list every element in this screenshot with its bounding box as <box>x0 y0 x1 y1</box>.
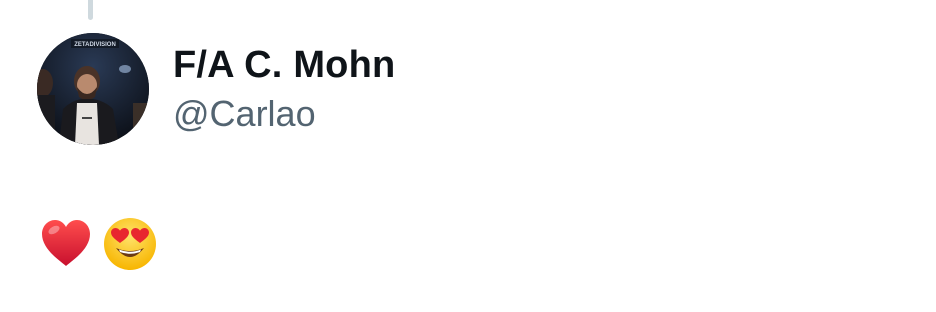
avatar-banner-text: ZETADIVISION <box>74 42 116 48</box>
avatar[interactable]: ZETADIVISION <box>37 33 149 145</box>
red-heart-icon <box>38 216 94 272</box>
tweet-body <box>38 215 158 273</box>
avatar-image: ZETADIVISION <box>37 33 149 145</box>
thread-connector-line <box>88 0 93 20</box>
heart-eyes-face-icon <box>102 216 158 272</box>
author-display-name[interactable]: F/A C. Mohn <box>173 44 395 87</box>
author-handle[interactable]: @Carlao <box>173 93 316 135</box>
